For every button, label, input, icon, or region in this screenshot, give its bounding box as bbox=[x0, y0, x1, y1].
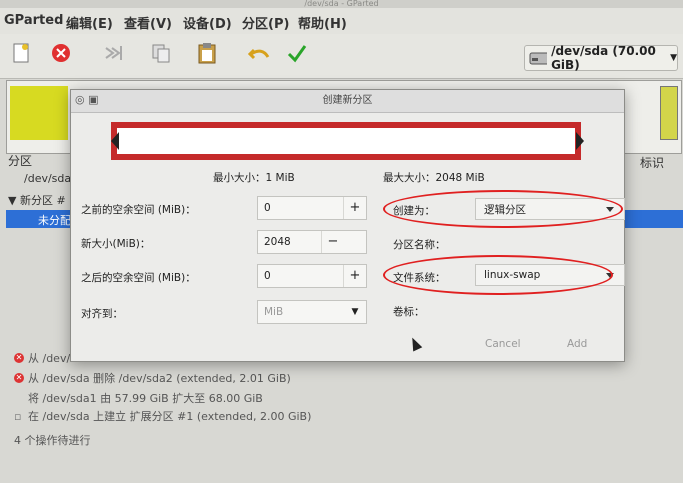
copy-icon[interactable] bbox=[148, 40, 174, 66]
menu-partition[interactable]: 分区(P) bbox=[242, 13, 289, 32]
menu-edit[interactable]: 编辑(E) bbox=[66, 13, 113, 32]
menu-gparted[interactable]: GParted bbox=[4, 13, 63, 28]
increment-button[interactable]: + bbox=[343, 197, 366, 219]
free-after-value[interactable]: 0 bbox=[258, 270, 321, 282]
toolbar: /dev/sda (70.00 GiB) ▼ bbox=[0, 34, 683, 79]
free-after-label: 之后的空余空间 (MiB)： bbox=[81, 272, 196, 284]
align-select[interactable]: MiB ▼ bbox=[257, 300, 367, 324]
resize-icon[interactable] bbox=[100, 40, 126, 66]
partition-size-bar[interactable] bbox=[111, 122, 581, 160]
annotation-oval bbox=[383, 255, 613, 295]
align-label: 对齐到： bbox=[81, 308, 123, 320]
new-icon[interactable] bbox=[8, 40, 34, 66]
undo-icon[interactable] bbox=[246, 40, 272, 66]
menu-view[interactable]: 查看(V) bbox=[124, 13, 172, 32]
new-size-value[interactable]: 2048 bbox=[258, 236, 321, 248]
increment-button[interactable]: + bbox=[343, 265, 366, 287]
free-before-spinner[interactable]: 0 + bbox=[257, 196, 367, 220]
tree-item-disk[interactable]: /dev/sda bbox=[24, 172, 71, 185]
paste-icon[interactable] bbox=[194, 40, 220, 66]
operations-list: ✕ 从 /dev/ ✕ 从 /dev/sda 删除 /dev/sda2 (ext… bbox=[6, 346, 566, 456]
add-button[interactable]: Add bbox=[567, 338, 587, 350]
min-size-label: 最小大小：1 MiB bbox=[213, 172, 295, 184]
free-before-label: 之前的空余空间 (MiB)： bbox=[81, 204, 196, 216]
cancel-button[interactable]: Cancel bbox=[485, 338, 521, 350]
flags-column-header: 标识 bbox=[640, 156, 665, 170]
device-label: /dev/sda (70.00 GiB) bbox=[551, 44, 656, 72]
partition-block[interactable] bbox=[10, 86, 68, 140]
apply-icon[interactable] bbox=[284, 40, 310, 66]
list-item[interactable]: ▫ 在 /dev/sda 上建立 扩展分区 #1 (extended, 2.00… bbox=[14, 408, 311, 424]
menu-device[interactable]: 设备(D) bbox=[183, 13, 232, 32]
decrement-button[interactable]: − bbox=[321, 231, 344, 253]
unallocated-block[interactable] bbox=[660, 86, 678, 140]
chevron-down-icon: ▼ bbox=[351, 307, 359, 317]
list-item[interactable]: ✕ 从 /dev/ bbox=[14, 350, 70, 366]
free-before-value[interactable]: 0 bbox=[258, 202, 321, 214]
chevron-down-icon: ▼ bbox=[670, 53, 677, 63]
tree-item-unallocated[interactable]: 未分配 bbox=[38, 212, 71, 228]
new-icon: ▫ bbox=[14, 409, 22, 423]
list-item[interactable]: ✕ 从 /dev/sda 删除 /dev/sda2 (extended, 2.0… bbox=[14, 370, 291, 386]
menu-bar: GParted 编辑(E) 查看(V) 设备(D) 分区(P) 帮助(H) bbox=[0, 8, 683, 34]
free-after-spinner[interactable]: 0 + bbox=[257, 264, 367, 288]
pending-count: 4 个操作待进行 bbox=[14, 434, 91, 447]
tree-item-new[interactable]: ▼ 新分区 # bbox=[8, 192, 66, 208]
list-item[interactable]: 将 /dev/sda1 由 57.99 GiB 扩大至 68.00 GiB bbox=[14, 390, 263, 406]
align-value: MiB bbox=[264, 306, 284, 318]
volume-label: 卷标： bbox=[393, 306, 425, 318]
delete-icon: ✕ bbox=[14, 373, 24, 383]
partition-name-label: 分区名称： bbox=[393, 239, 446, 251]
window-title: /dev/sda - GParted bbox=[0, 0, 683, 8]
annotation-oval bbox=[383, 190, 623, 228]
window-menu-icon[interactable]: ◎ ▣ bbox=[75, 93, 99, 106]
device-selector[interactable]: /dev/sda (70.00 GiB) ▼ bbox=[524, 44, 678, 72]
disk-icon bbox=[529, 52, 548, 65]
dialog-title: 创建新分区 bbox=[71, 90, 624, 113]
create-partition-dialog: 创建新分区 ◎ ▣ 最小大小：1 MiB 最大大小：2048 MiB 之前的空余… bbox=[70, 89, 625, 362]
partition-column-header: 分区 bbox=[8, 154, 33, 168]
new-size-spinner[interactable]: 2048 − bbox=[257, 230, 367, 254]
delete-icon[interactable] bbox=[48, 40, 74, 66]
delete-icon: ✕ bbox=[14, 353, 24, 363]
resize-handle-right-icon[interactable] bbox=[576, 132, 584, 150]
menu-help[interactable]: 帮助(H) bbox=[298, 13, 347, 32]
resize-handle-left-icon[interactable] bbox=[111, 132, 119, 150]
max-size-label: 最大大小：2048 MiB bbox=[383, 172, 485, 184]
new-size-label: 新大小(MiB)： bbox=[81, 238, 151, 250]
